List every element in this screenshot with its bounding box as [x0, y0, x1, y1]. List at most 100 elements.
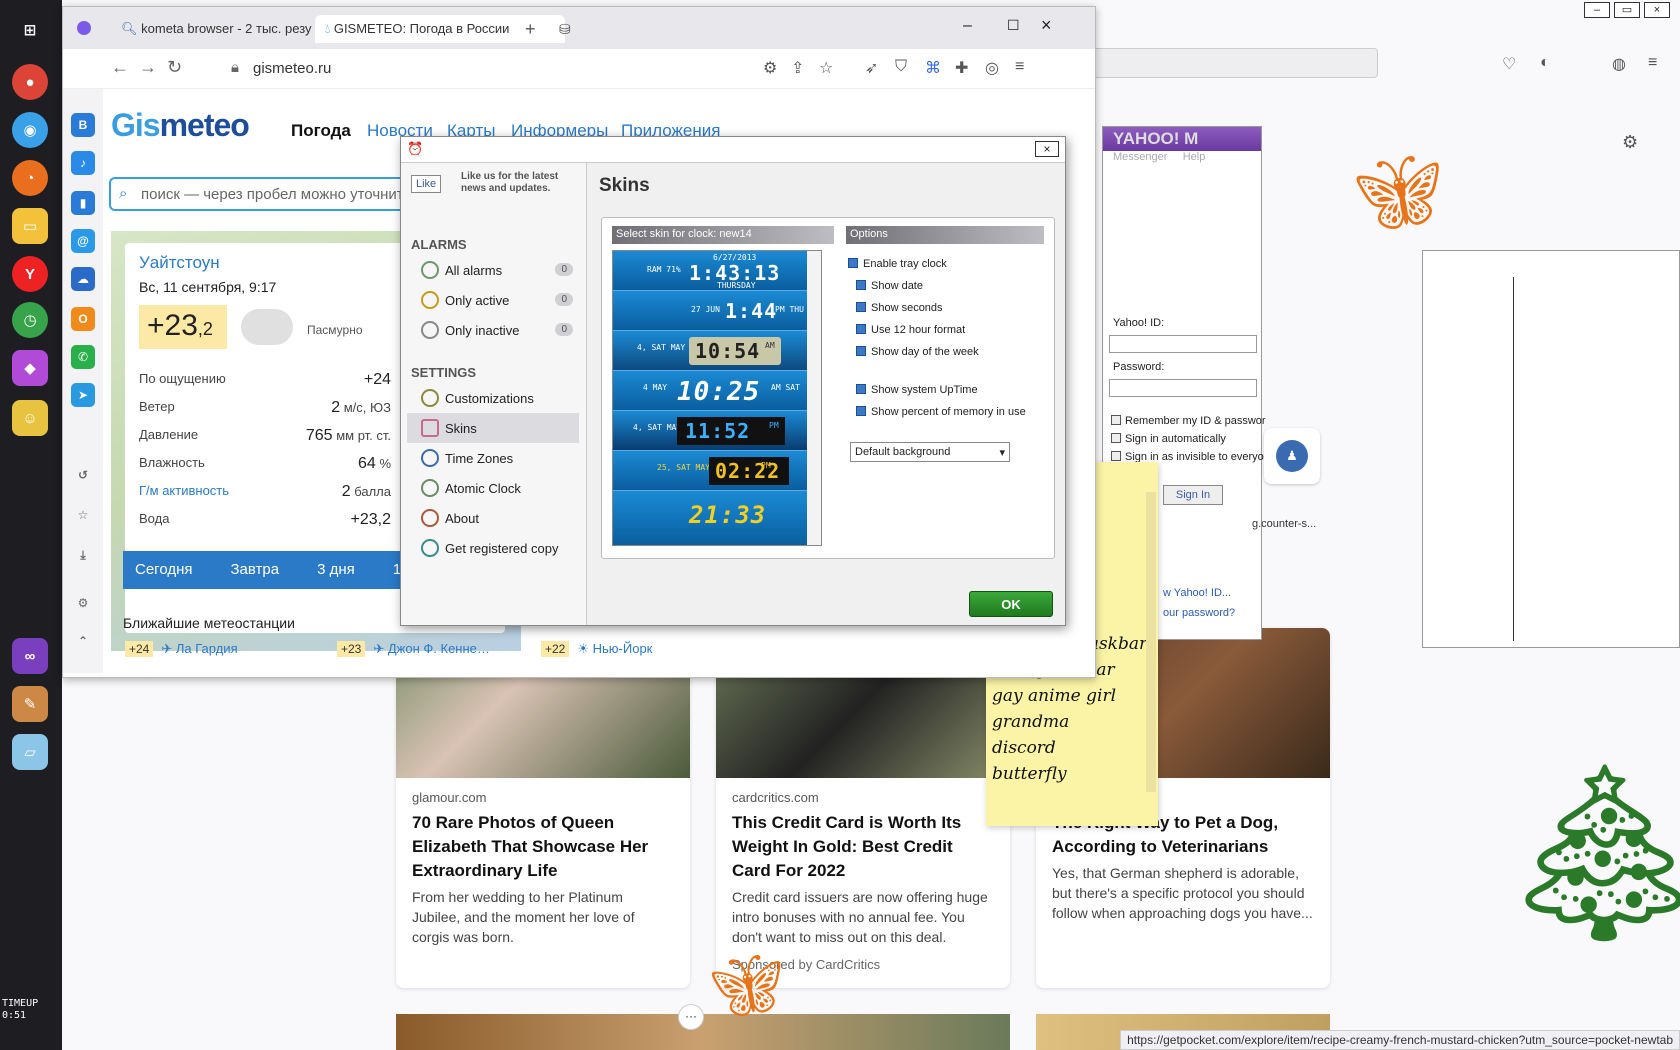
tab-today[interactable]: Сегодня [135, 561, 193, 579]
skin-item[interactable]: 4, SAT MAY 10:54 AM [613, 331, 809, 371]
nav-customizations[interactable]: Customizations [407, 383, 579, 413]
skin-item[interactable]: 27 JUN 1:44 PM THU [613, 291, 809, 331]
remember-checkbox[interactable]: Remember my ID & passwor [1111, 415, 1266, 427]
menu-icon[interactable]: ≡ [1648, 54, 1657, 72]
bookmark-star-icon[interactable]: ☆ [819, 58, 833, 78]
cloud-icon[interactable]: ☁ [71, 267, 95, 291]
collapse-icon[interactable]: ⌃ [71, 629, 95, 653]
counter-strike-link[interactable]: g.counter-s... [1252, 518, 1316, 530]
background-url-bar[interactable] [1090, 48, 1378, 78]
opt-system-uptime[interactable]: Show system UpTime [856, 384, 978, 396]
pocket-icon[interactable]: ♡ [1502, 54, 1516, 74]
downloads-icon[interactable]: ⤓ [71, 543, 95, 567]
history-icon[interactable]: ↺ [71, 463, 95, 487]
nav-atomic-clock[interactable]: Atomic Clock [407, 473, 579, 503]
background-select[interactable]: Default background ▾ [850, 442, 1010, 462]
card-title[interactable]: This Credit Card is Worth Its Weight In … [716, 805, 1010, 883]
maximize-icon[interactable]: ☐ [1007, 17, 1020, 34]
extension-icon[interactable]: ◍ [1612, 54, 1626, 74]
tab-tomorrow[interactable]: Завтра [231, 561, 280, 579]
sticky-scrollbar[interactable] [1146, 492, 1156, 792]
opt-12-hour[interactable]: Use 12 hour format [856, 324, 965, 336]
station-item[interactable]: +23 ✈ Джон Ф. Кенне… [337, 641, 490, 657]
opt-enable-tray-clock[interactable]: Enable tray clock [848, 258, 947, 270]
notes-app-icon[interactable]: ▱ [12, 734, 48, 770]
gismeteo-logo[interactable]: Gismeteo [111, 107, 250, 144]
color-browser-icon[interactable]: ◉ [12, 112, 48, 148]
nav-time-zones[interactable]: Time Zones [407, 443, 579, 473]
visual-studio-icon[interactable]: ∞ [12, 638, 48, 674]
forward-icon[interactable]: → [139, 57, 157, 78]
translate-icon[interactable]: ⌘ [925, 58, 941, 78]
yahoo-id-field[interactable] [1109, 335, 1257, 353]
skin-item[interactable]: RAM 71% 6/27/2013 1:43:13 THURSDAY [613, 251, 809, 291]
extension-icon[interactable]: ⚙ [763, 58, 777, 78]
back-icon[interactable]: ← [111, 57, 129, 78]
more-options-button[interactable]: ··· [678, 1004, 704, 1030]
skin-item[interactable]: 4 MAY 10:25 AM SAT [613, 371, 809, 411]
station-item[interactable]: +22 ☀ Нью-Йорк [541, 641, 652, 657]
skin-list-scrollbar[interactable] [807, 251, 821, 545]
counter-strike-shortcut[interactable]: ♟ [1264, 428, 1320, 484]
pocket-card-2[interactable]: cardcritics.com This Credit Card is Wort… [716, 628, 1010, 988]
opt-show-date[interactable]: Show date [856, 280, 923, 292]
card-title[interactable]: 70 Rare Photos of Queen Elizabeth That S… [396, 805, 690, 883]
nav-only-active[interactable]: Only active 0 [407, 285, 579, 315]
close-icon[interactable]: × [1041, 15, 1052, 36]
ok-button[interactable]: OK [969, 591, 1053, 617]
minimize-icon[interactable]: – [963, 17, 972, 35]
firefox-icon[interactable]: ◔ [12, 160, 48, 196]
like-button[interactable]: Like [411, 175, 442, 193]
settings-icon[interactable]: ⚙ [71, 591, 95, 615]
skin-item[interactable]: 4, SAT MAY 11:52 PM [613, 411, 809, 451]
menu-icon[interactable]: ≡ [1015, 58, 1024, 76]
opt-memory-percent[interactable]: Show percent of memory in use [856, 406, 1026, 418]
dialog-close-button[interactable]: × [1035, 141, 1059, 157]
nav-about[interactable]: About [407, 503, 579, 533]
pocket-card-1[interactable]: glamour.com 70 Rare Photos of Queen Eliz… [396, 628, 690, 988]
flag-icon[interactable]: ◐ [1540, 54, 1550, 72]
tab-3-days[interactable]: 3 дня [317, 561, 355, 579]
nav-all-alarms[interactable]: All alarms 0 [407, 255, 579, 285]
skin-item[interactable]: 21:33 [613, 491, 809, 545]
folder-icon[interactable]: ▭ [12, 208, 48, 244]
nav-only-inactive[interactable]: Only inactive 0 [407, 315, 579, 345]
smiley-icon[interactable]: ☺ [12, 400, 48, 436]
yahoo-menu-messenger[interactable]: Messenger [1113, 151, 1167, 163]
yahoo-password-field[interactable] [1109, 379, 1257, 397]
nav-weather[interactable]: Погода [291, 121, 351, 141]
url-field[interactable]: gismeteo.ru [253, 60, 331, 77]
yandex-icon[interactable]: Y [12, 256, 48, 292]
whatsapp-icon[interactable]: ✆ [71, 345, 95, 369]
clock-app-icon[interactable]: ◷ [12, 302, 48, 338]
tools-app-icon[interactable]: ✎ [12, 686, 48, 722]
skin-list[interactable]: RAM 71% 6/27/2013 1:43:13 THURSDAY 27 JU… [612, 250, 822, 546]
yahoo-menu-help[interactable]: Help [1183, 151, 1206, 163]
new-tab-button[interactable]: + [525, 19, 536, 40]
restore-button[interactable]: ▭ [1614, 2, 1640, 18]
vk-icon[interactable]: B [71, 113, 95, 137]
reload-icon[interactable]: ↻ [167, 57, 182, 78]
nav-register[interactable]: Get registered copy [407, 533, 579, 563]
opt-show-seconds[interactable]: Show seconds [856, 302, 943, 314]
settings-gear-icon[interactable]: ⚙ [1622, 132, 1638, 153]
account-icon[interactable]: ◎ [985, 58, 999, 78]
mail-icon[interactable]: @ [71, 229, 95, 253]
telegram-icon[interactable]: ➤ [71, 383, 95, 407]
skin-item[interactable]: 25, SAT MAY 02:22 PM [613, 451, 809, 491]
opt-day-of-week[interactable]: Show day of the week [856, 346, 979, 358]
gem-icon[interactable]: ◆ [12, 350, 48, 386]
yahoo-forgot-link[interactable]: our password? [1163, 607, 1235, 619]
incognito-icon[interactable]: ⛁ [559, 21, 571, 38]
yahoo-signin-button[interactable]: Sign In [1163, 485, 1223, 505]
station-item[interactable]: +24 ✈ Ла Гардия [125, 641, 238, 657]
puzzle-icon[interactable]: ✚ [955, 58, 968, 78]
odnoklassniki-icon[interactable]: O [71, 307, 95, 331]
city-name[interactable]: Уайтстоун [139, 253, 220, 273]
share-icon[interactable]: ⇪ [791, 58, 804, 78]
favorites-icon[interactable]: ☆ [71, 503, 95, 527]
shield-icon[interactable]: ⛉ [895, 58, 907, 76]
music-icon[interactable]: ♪ [71, 151, 95, 175]
nav-skins[interactable]: Skins [407, 413, 579, 443]
yahoo-new-id-link[interactable]: w Yahoo! ID... [1163, 587, 1231, 599]
